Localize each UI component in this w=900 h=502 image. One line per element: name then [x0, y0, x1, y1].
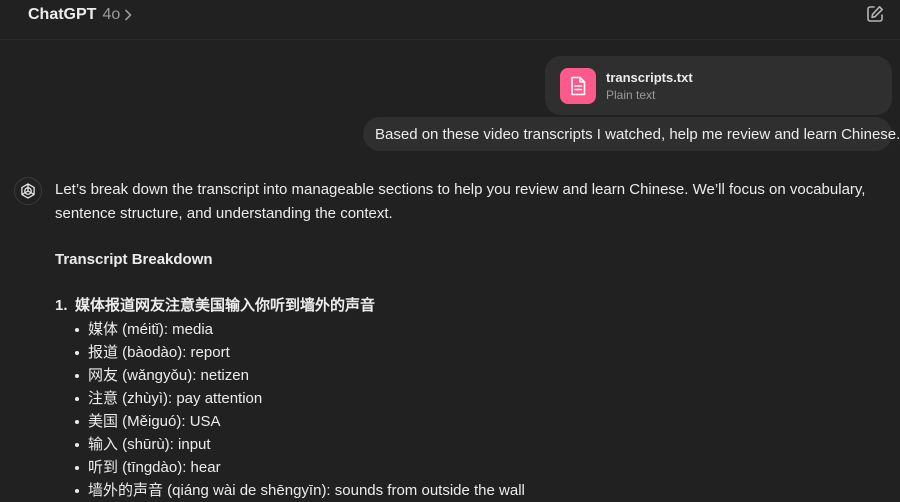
list-item-1: 1. 媒体报道网友注意美国输入你听到墙外的声音	[55, 294, 875, 318]
openai-logo-icon	[14, 177, 42, 205]
model-selector[interactable]: ChatGPT 4o	[28, 4, 133, 26]
new-chat-button[interactable]	[864, 3, 886, 25]
new-chat-icon	[865, 4, 885, 24]
attachment-file-name: transcripts.txt	[606, 70, 693, 85]
assistant-intro: Let’s break down the transcript into man…	[55, 181, 866, 222]
model-name: 4o	[102, 6, 121, 23]
vocab-item: 注意 (zhùyì): pay attention	[75, 387, 875, 410]
list-number: 1.	[55, 297, 68, 314]
vocab-item: 听到 (tīngdào): hear	[75, 456, 875, 479]
vocab-item: 输入 (shūrù): input	[75, 433, 875, 456]
section-heading: Transcript Breakdown	[55, 251, 213, 268]
user-message: Based on these video transcripts I watch…	[363, 117, 900, 151]
attachment-file-type: Plain text	[606, 88, 656, 102]
file-attachment[interactable]: transcripts.txt Plain text	[545, 56, 892, 115]
assistant-message: Let’s break down the transcript into man…	[55, 178, 875, 502]
vocab-item: 媒体 (méitǐ): media	[75, 318, 875, 341]
app-title: ChatGPT	[28, 6, 97, 23]
vocab-item: 网友 (wǎngyǒu): netizen	[75, 364, 875, 387]
document-icon	[560, 68, 596, 104]
chevron-right-icon	[124, 9, 133, 21]
top-bar: ChatGPT 4o	[0, 0, 900, 40]
vocab-item: 报道 (bàodào): report	[75, 341, 875, 364]
vocab-item: 墙外的声音 (qiáng wài de shēngyīn): sounds fr…	[75, 479, 875, 502]
vocabulary-list: 媒体 (méitǐ): media 报道 (bàodào): report 网友…	[55, 318, 875, 502]
vocab-item: 美国 (Měiguó): USA	[75, 410, 875, 433]
list-item-title: 媒体报道网友注意美国输入你听到墙外的声音	[75, 297, 376, 314]
